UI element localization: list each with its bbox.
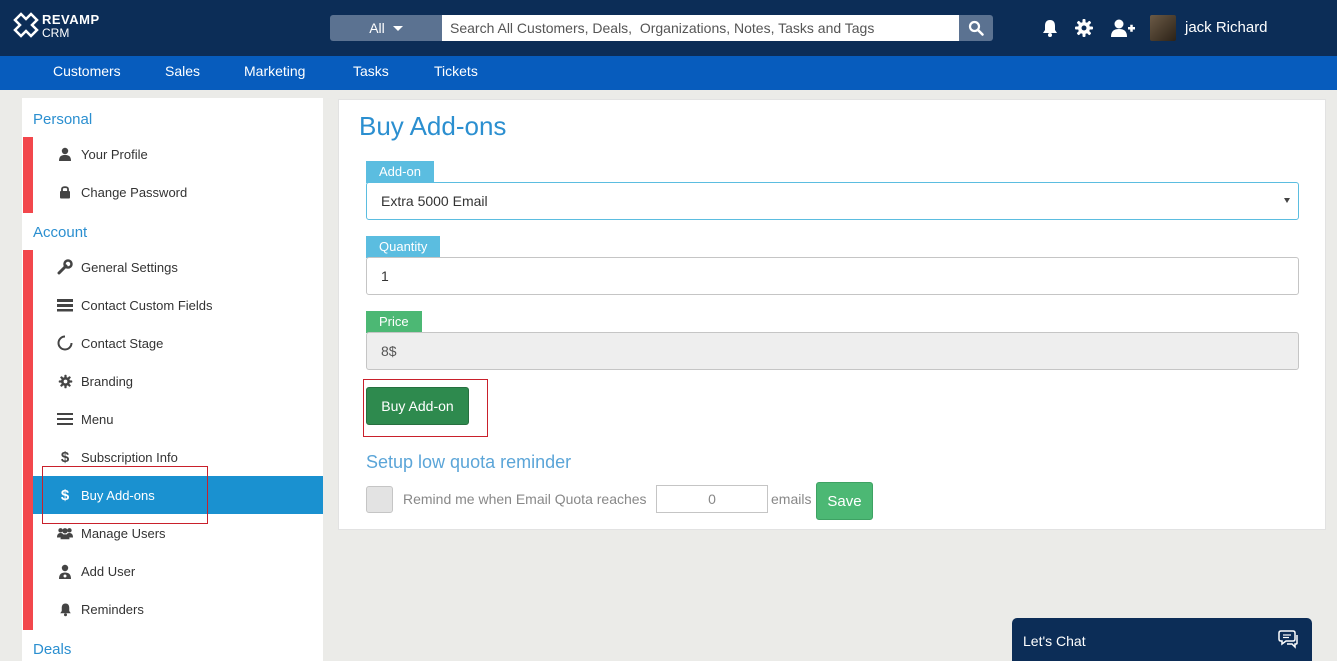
main-panel: Buy Add-ons Add-on Extra 5000 Email Quan… (338, 99, 1326, 530)
search-input[interactable] (442, 15, 959, 41)
price-value: 8$ (381, 343, 397, 359)
sidebar-item-branding[interactable]: Branding (33, 362, 323, 400)
circle-notch-icon (57, 335, 73, 351)
brand-line1: REVAMP (42, 12, 100, 27)
main-nav: Customers Sales Marketing Tasks Tickets (0, 56, 1337, 90)
dollar-icon: $ (60, 448, 70, 466)
sidebar-item-menu[interactable]: Menu (33, 400, 323, 438)
addon-label: Add-on (366, 161, 434, 183)
sidebar-item-add-user[interactable]: Add User (33, 552, 323, 590)
caret-down-icon (1284, 198, 1290, 203)
save-button[interactable]: Save (816, 482, 873, 520)
section-title-deals: Deals (33, 641, 72, 658)
add-user-top-button[interactable] (1111, 16, 1135, 40)
sidebar-item-contact-stage[interactable]: Contact Stage (33, 324, 323, 362)
settings-sidebar: Personal Your Profile Change Password Ac… (22, 98, 323, 661)
search-category-label: All (369, 20, 385, 36)
sidebar-item-label: Manage Users (81, 525, 166, 541)
quota-input[interactable] (656, 485, 768, 513)
sidebar-item-label: Reminders (81, 601, 144, 617)
user-plus-icon (1111, 19, 1135, 37)
settings-button[interactable] (1072, 16, 1096, 40)
price-input: 8$ (366, 332, 1299, 370)
quantity-value: 1 (381, 268, 389, 284)
search-category-dropdown[interactable]: All (330, 15, 442, 41)
notifications-button[interactable] (1038, 16, 1062, 40)
sidebar-item-general-settings[interactable]: General Settings (33, 248, 323, 286)
sidebar-item-label: Change Password (81, 184, 188, 200)
chat-bubbles-icon (1278, 630, 1298, 649)
bell-icon (57, 601, 73, 617)
addon-select-value: Extra 5000 Email (381, 193, 488, 209)
nav-marketing[interactable]: Marketing (244, 56, 305, 90)
emails-text: emails (771, 491, 812, 507)
user-icon (57, 146, 73, 162)
nav-sales[interactable]: Sales (165, 56, 200, 90)
user-name[interactable]: jack Richard (1185, 19, 1268, 36)
cog-icon (57, 373, 73, 389)
fields-icon (57, 297, 73, 313)
sidebar-item-label: Your Profile (81, 146, 148, 162)
sidebar-item-label: General Settings (81, 259, 178, 275)
price-label: Price (366, 311, 422, 333)
section-title-account: Account (33, 224, 88, 241)
section-title-personal: Personal (33, 111, 93, 128)
section-bar-account (23, 250, 33, 630)
top-bar: REVAMP CRM All Search All Customers, Dea… (0, 0, 1337, 56)
user-tie-icon (57, 563, 73, 579)
sidebar-item-label: Contact Stage (81, 335, 164, 351)
nav-customers[interactable]: Customers (53, 56, 121, 90)
nav-tasks[interactable]: Tasks (353, 56, 389, 90)
bell-icon (1043, 20, 1057, 37)
highlight-box-buy (363, 379, 488, 437)
sidebar-item-reminders[interactable]: Reminders (33, 590, 323, 628)
quantity-label: Quantity (366, 236, 441, 258)
addon-select[interactable]: Extra 5000 Email (366, 182, 1299, 220)
nav-tickets[interactable]: Tickets (434, 56, 478, 90)
page-title: Buy Add-ons (359, 111, 507, 141)
sidebar-item-label: Branding (81, 373, 134, 389)
avatar[interactable] (1150, 15, 1176, 41)
brand-logo[interactable]: REVAMP CRM (12, 10, 112, 42)
remind-text: Remind me when Email Quota reaches (403, 491, 647, 507)
highlight-box-sidebar (42, 466, 208, 524)
lock-icon (57, 184, 73, 200)
sidebar-item-your-profile[interactable]: Your Profile (33, 135, 323, 173)
chat-widget[interactable]: Let's Chat (1012, 618, 1312, 661)
quantity-input[interactable]: 1 (366, 257, 1299, 295)
search-icon (968, 20, 984, 36)
hamburger-icon (57, 411, 73, 427)
logo-mark-icon (13, 12, 39, 38)
sidebar-item-label: Menu (81, 411, 114, 427)
users-icon (57, 525, 73, 541)
wrench-icon (57, 259, 73, 275)
sidebar-item-label: Subscription Info (81, 449, 178, 465)
search-button[interactable] (959, 15, 993, 41)
chat-label: Let's Chat (1023, 633, 1086, 649)
reminder-title: Setup low quota reminder (366, 452, 572, 472)
brand-line2: CRM (42, 26, 70, 40)
sidebar-item-label: Add User (81, 563, 136, 579)
gear-icon (1075, 19, 1093, 37)
sidebar-item-label: Contact Custom Fields (81, 297, 213, 313)
remind-checkbox[interactable] (366, 486, 393, 513)
caret-down-icon (392, 25, 403, 31)
sidebar-item-contact-custom-fields[interactable]: Contact Custom Fields (33, 286, 323, 324)
sidebar-item-change-password[interactable]: Change Password (33, 173, 323, 211)
section-bar-personal (23, 137, 33, 213)
